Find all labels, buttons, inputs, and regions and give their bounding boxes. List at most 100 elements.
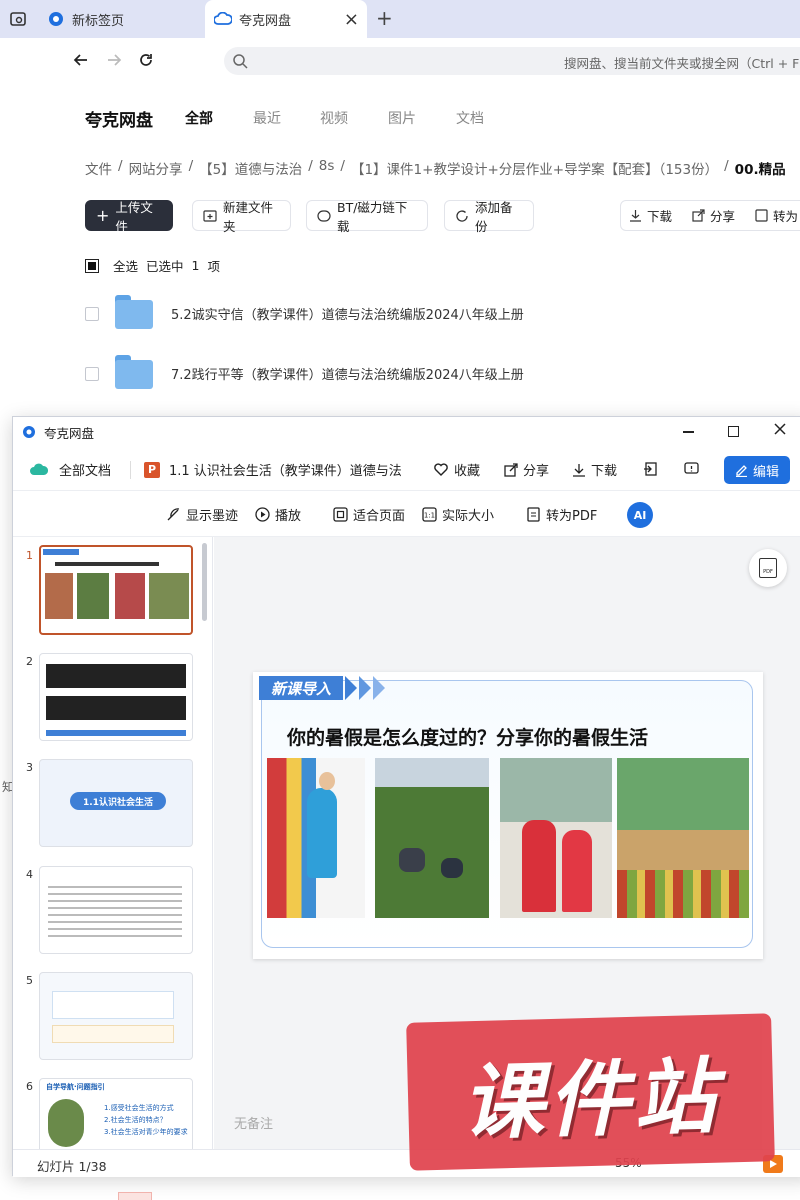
slide-thumbnail[interactable] bbox=[39, 545, 193, 635]
breadcrumb-item[interactable]: 【1】课件1+教学设计+分层作业+导学案【配套】（153份） bbox=[351, 158, 718, 178]
back-arrow-icon[interactable] bbox=[72, 51, 90, 69]
forward-arrow-icon[interactable] bbox=[105, 51, 123, 69]
slide-number: 1 bbox=[26, 549, 33, 562]
breadcrumb-item[interactable]: 网站分享 bbox=[129, 158, 183, 178]
slide-thumbnail[interactable]: 1.1认识社会生活 bbox=[39, 759, 193, 847]
share-button[interactable]: 分享 bbox=[504, 460, 549, 479]
feedback-icon[interactable] bbox=[684, 462, 699, 476]
favorite-button[interactable]: 收藏 bbox=[433, 460, 480, 479]
pdf-icon bbox=[755, 209, 768, 222]
all-docs-button[interactable]: 全部文档 bbox=[30, 460, 111, 479]
refresh-icon[interactable] bbox=[137, 51, 155, 69]
search-placeholder: 搜网盘、搜当前文件夹或搜全网（Ctrl + F bbox=[564, 56, 800, 71]
convert-pdf-floating-button[interactable]: PDF bbox=[749, 549, 787, 587]
select-all-label[interactable]: 全选 bbox=[113, 256, 138, 275]
thumb-photo bbox=[77, 573, 109, 619]
browser-logo-icon bbox=[48, 11, 64, 27]
convert-button[interactable]: 转为 bbox=[755, 206, 798, 225]
watermark-stamp: 课件站 bbox=[406, 1013, 775, 1171]
thumb-item: 2.社会生活的特点？ bbox=[104, 1116, 167, 1124]
window-menu-icon[interactable] bbox=[8, 9, 28, 29]
chevron-icon bbox=[373, 676, 385, 700]
file-checkbox[interactable] bbox=[85, 367, 99, 381]
share-icon bbox=[504, 462, 518, 477]
nav-recent[interactable]: 最近 bbox=[253, 108, 281, 128]
minimize-button[interactable] bbox=[683, 431, 694, 433]
breadcrumb-separator: / bbox=[118, 158, 123, 174]
share-icon bbox=[692, 209, 705, 222]
heart-icon bbox=[433, 462, 449, 477]
breadcrumb-item[interactable]: 文件 bbox=[85, 158, 112, 178]
netdisk-logo[interactable]: 夸克网盘 bbox=[85, 106, 153, 131]
upload-button[interactable]: + 上传文件 bbox=[85, 200, 173, 234]
slide-banner: 新课导入 bbox=[259, 676, 343, 700]
close-tab-icon[interactable]: × bbox=[344, 9, 359, 30]
slide-thumbnail[interactable] bbox=[39, 866, 193, 954]
thumb-heading-line bbox=[55, 562, 159, 566]
thumb-footer-bar bbox=[46, 730, 186, 736]
browser-tab-bar: 新标签页 夸克网盘 × + bbox=[0, 0, 800, 38]
ai-assistant-button[interactable]: AI bbox=[627, 502, 653, 528]
tab-label: 新标签页 bbox=[72, 13, 125, 29]
tab-new-tab[interactable]: 新标签页 bbox=[40, 0, 200, 38]
new-tab-button[interactable]: + bbox=[376, 6, 393, 30]
divider bbox=[130, 461, 131, 479]
slide-number: 6 bbox=[26, 1080, 33, 1093]
share-button[interactable]: 分享 bbox=[692, 206, 735, 225]
close-window-button[interactable] bbox=[773, 422, 787, 436]
breadcrumb-item[interactable]: 8s bbox=[319, 158, 335, 178]
pdf-icon bbox=[526, 507, 541, 522]
tab-quark-disk[interactable]: 夸克网盘 × bbox=[205, 0, 367, 38]
actual-size-label: 实际大小 bbox=[442, 509, 495, 524]
download-button[interactable]: 下载 bbox=[629, 206, 672, 225]
notes-placeholder[interactable]: 无备注 bbox=[234, 1113, 273, 1132]
open-external-icon[interactable] bbox=[643, 462, 657, 476]
slide-thumbnail[interactable] bbox=[39, 653, 193, 741]
all-docs-label: 全部文档 bbox=[59, 464, 112, 479]
to-pdf-button[interactable]: 转为PDF bbox=[526, 505, 597, 524]
new-folder-button[interactable]: 新建文件夹 bbox=[192, 200, 291, 234]
add-backup-button[interactable]: 添加备份 bbox=[444, 200, 534, 234]
netdisk-page: 夸克网盘 全部 最近 视频 图片 文档 文件 / 网站分享 / 【5】道德与法治 / … bbox=[0, 84, 800, 414]
download-button[interactable]: 下载 bbox=[572, 460, 617, 479]
convert-label: 转为 bbox=[773, 209, 799, 224]
nav-video[interactable]: 视频 bbox=[320, 108, 348, 128]
nav-all[interactable]: 全部 bbox=[185, 108, 213, 128]
viewer-title: 夸克网盘 bbox=[44, 425, 95, 441]
edit-button[interactable]: 编辑 bbox=[724, 456, 790, 484]
file-name: 7.2践行平等（教学课件）道德与法治统编版2024八年级上册 bbox=[171, 368, 524, 383]
breadcrumb-item[interactable]: 【5】道德与法治 bbox=[199, 158, 302, 178]
maximize-button[interactable] bbox=[728, 426, 739, 437]
new-folder-label: 新建文件夹 bbox=[223, 199, 274, 234]
backup-label: 添加备份 bbox=[475, 199, 513, 234]
current-slide: 新课导入 你的暑假是怎么度过的？分享你的暑假生活 bbox=[253, 672, 763, 959]
file-row[interactable]: 5.2诚实守信（教学课件）道德与法治统编版2024八年级上册 bbox=[0, 283, 800, 343]
nav-image[interactable]: 图片 bbox=[388, 108, 416, 128]
bt-download-button[interactable]: BT/磁力链下载 bbox=[306, 200, 428, 234]
fit-page-button[interactable]: 适合页面 bbox=[333, 505, 405, 524]
pdf-badge-icon: PDF bbox=[759, 558, 777, 578]
slide-thumbnail[interactable] bbox=[39, 972, 193, 1060]
upload-label: 上传文件 bbox=[115, 199, 153, 234]
tab-label: 夸克网盘 bbox=[239, 13, 292, 29]
slide-thumbnail[interactable]: 自学导航·问题指引 1.感受社会生活的方式 2.社会生活的特点？ 3.社会生活对… bbox=[39, 1078, 193, 1149]
thumbnail-scrollbar[interactable] bbox=[202, 543, 207, 621]
file-name: 5.2诚实守信（教学课件）道德与法治统编版2024八年级上册 bbox=[171, 308, 524, 323]
file-row[interactable]: 7.2践行平等（教学课件）道德与法治统编版2024八年级上册 bbox=[0, 343, 800, 403]
browser-logo-icon bbox=[22, 425, 36, 439]
play-button[interactable]: 播放 bbox=[255, 505, 301, 524]
doc-title-tab[interactable]: P 1.1 认识社会生活（教学课件）道德与法 bbox=[144, 460, 412, 479]
feather-icon bbox=[166, 507, 181, 522]
file-checkbox[interactable] bbox=[85, 307, 99, 321]
select-all-checkbox[interactable] bbox=[85, 258, 99, 273]
thumb-photo bbox=[149, 573, 189, 619]
to-pdf-label: 转为PDF bbox=[546, 509, 598, 524]
nav-document[interactable]: 文档 bbox=[456, 108, 484, 128]
breadcrumb: 文件 / 网站分享 / 【5】道德与法治 / 8s / 【1】课件1+教学设计+分层作业… bbox=[85, 158, 786, 178]
search-input[interactable]: 搜网盘、搜当前文件夹或搜全网（Ctrl + F bbox=[224, 47, 800, 75]
thumb-item: 1.感受社会生活的方式 bbox=[104, 1104, 174, 1112]
show-ink-button[interactable]: 显示墨迹 bbox=[166, 505, 238, 524]
actual-size-button[interactable]: 1:1 实际大小 bbox=[422, 505, 494, 524]
selection-bar: 全选 已选中 1 项 bbox=[85, 256, 220, 275]
sync-icon bbox=[455, 209, 469, 223]
